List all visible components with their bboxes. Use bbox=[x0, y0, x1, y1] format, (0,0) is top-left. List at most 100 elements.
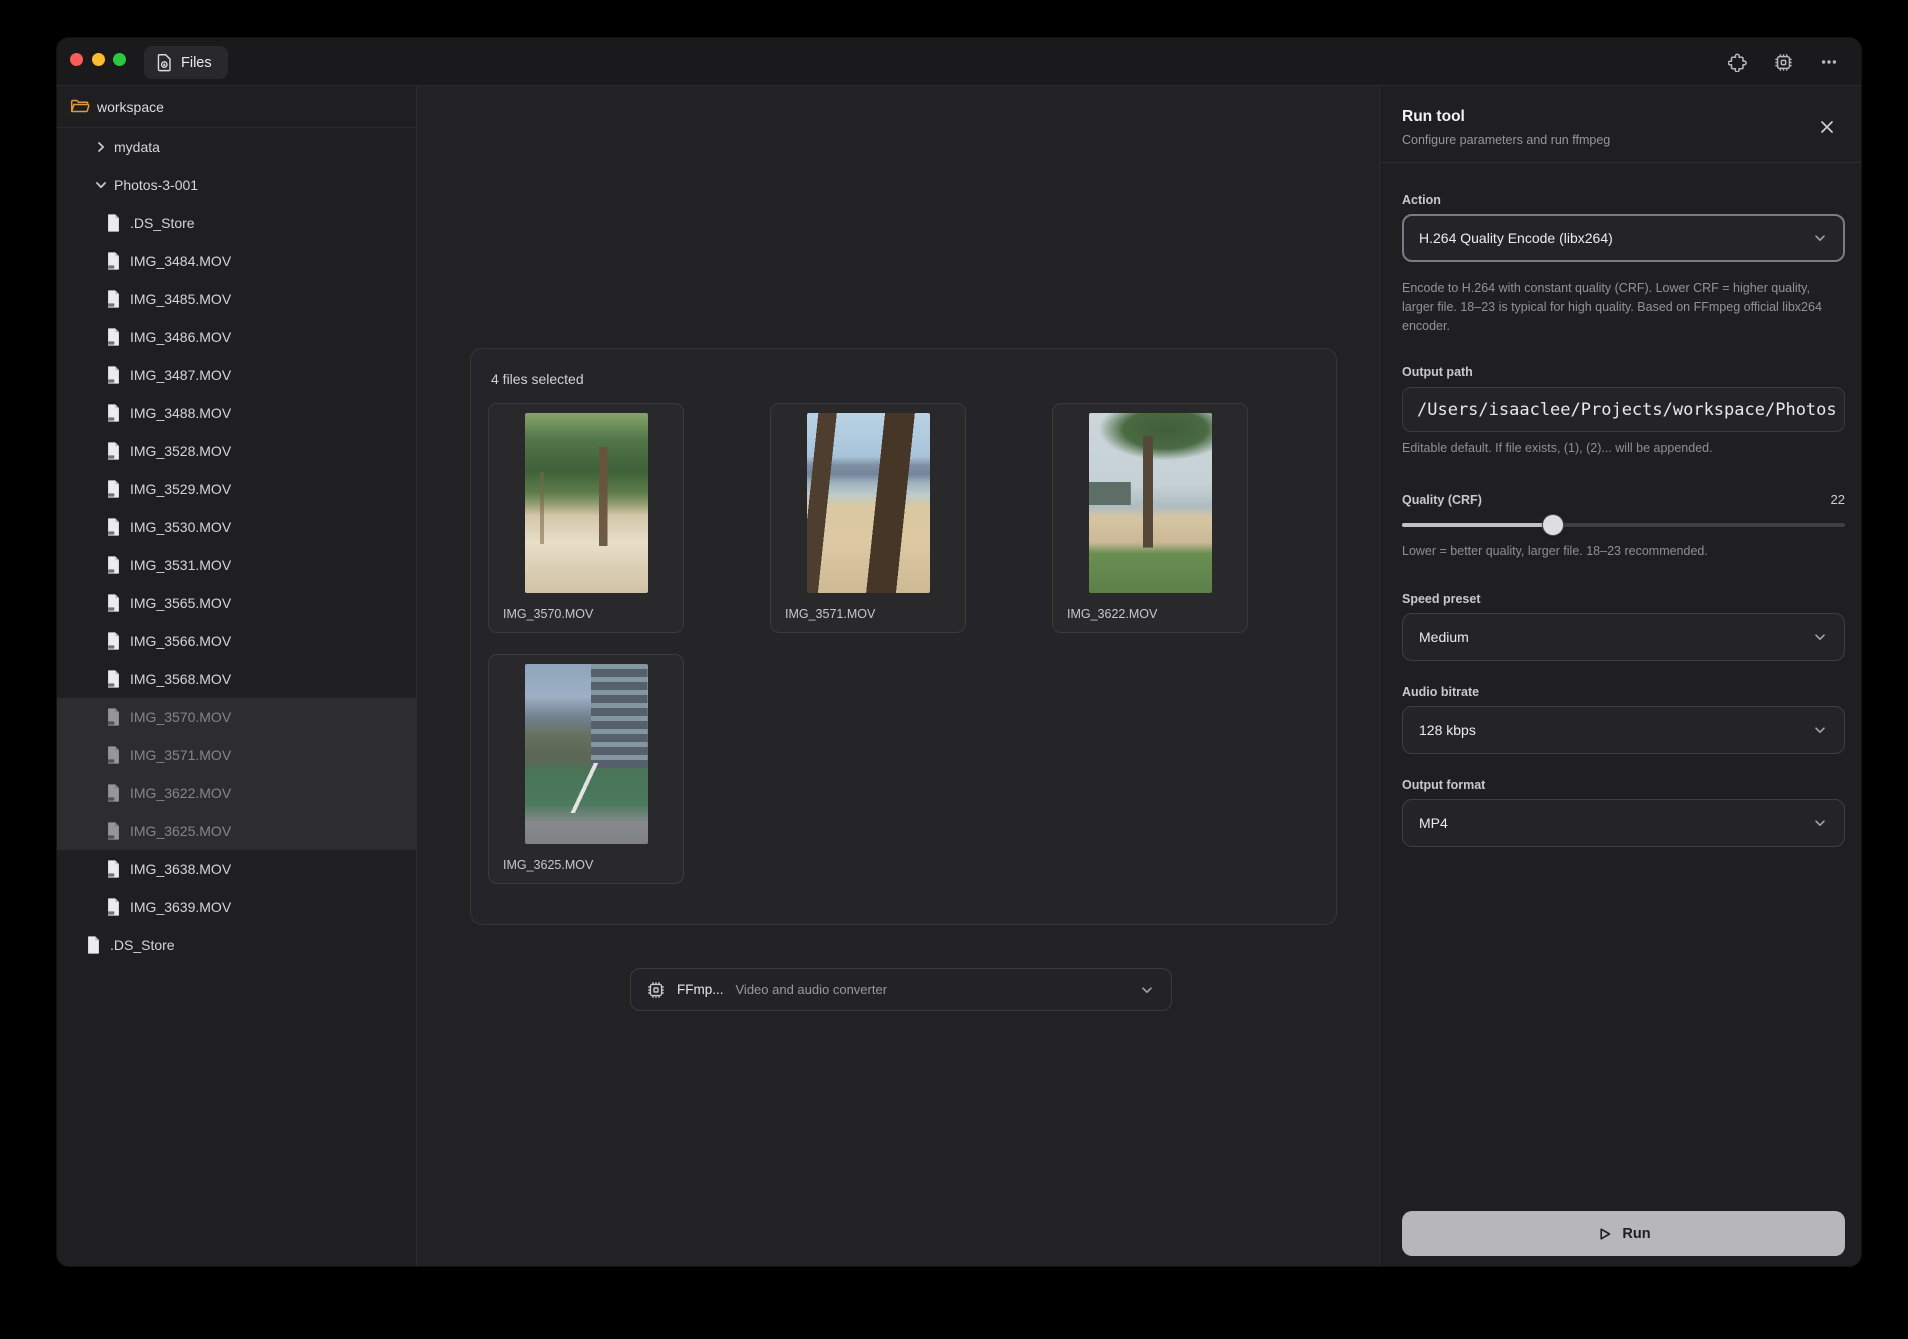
tree-folder-row[interactable]: Photos-3-001 bbox=[57, 166, 416, 204]
tree-item-label: IMG_3485.MOV bbox=[130, 291, 231, 307]
speed-preset-value: Medium bbox=[1419, 629, 1812, 645]
tree-file-row[interactable]: IMG_3488.MOV bbox=[57, 394, 416, 432]
titlebar-actions bbox=[1727, 38, 1839, 86]
tree-folder-row[interactable]: mydata bbox=[57, 128, 416, 166]
file-icon bbox=[85, 935, 102, 955]
tool-select[interactable]: FFmp... Video and audio converter bbox=[630, 968, 1172, 1011]
thumbnail-filename: IMG_3622.MOV bbox=[1067, 607, 1157, 621]
thumbnail-card[interactable]: IMG_3570.MOV bbox=[488, 403, 684, 633]
tree-item-label: IMG_3487.MOV bbox=[130, 367, 231, 383]
tree-file-row[interactable]: IMG_3530.MOV bbox=[57, 508, 416, 546]
tree-item-label: IMG_3566.MOV bbox=[130, 633, 231, 649]
tree-file-row[interactable]: IMG_3639.MOV bbox=[57, 888, 416, 926]
file-icon bbox=[105, 555, 122, 575]
tree-file-row[interactable]: IMG_3487.MOV bbox=[57, 356, 416, 394]
tree-file-row[interactable]: IMG_3484.MOV bbox=[57, 242, 416, 280]
run-button[interactable]: Run bbox=[1402, 1211, 1845, 1256]
quality-value: 22 bbox=[1831, 492, 1845, 507]
tree-item-label: IMG_3565.MOV bbox=[130, 595, 231, 611]
thumbnail-grid: IMG_3570.MOV IMG_3571.MOV IMG_3622.MOV IMG_… bbox=[488, 403, 1248, 884]
video-thumbnail-beach-through-palms bbox=[807, 413, 930, 593]
tab-files[interactable]: Files bbox=[144, 46, 228, 79]
output-path-value: /Users/isaaclee/Projects/workspace/Photo… bbox=[1417, 400, 1837, 420]
tree-file-row[interactable]: IMG_3638.MOV bbox=[57, 850, 416, 888]
ellipsis-icon[interactable] bbox=[1819, 52, 1839, 72]
file-icon bbox=[105, 251, 122, 271]
chevron-down-icon bbox=[1812, 722, 1828, 738]
close-icon[interactable] bbox=[1819, 119, 1835, 135]
file-icon bbox=[105, 859, 122, 879]
file-icon bbox=[105, 213, 122, 233]
tool-description: Video and audio converter bbox=[736, 982, 888, 997]
tree-file-row[interactable]: .DS_Store bbox=[57, 926, 416, 964]
tree-item-label: IMG_3488.MOV bbox=[130, 405, 231, 421]
chevron-down-icon[interactable] bbox=[93, 177, 109, 193]
tree-file-row[interactable]: IMG_3531.MOV bbox=[57, 546, 416, 584]
selection-card: 4 files selected IMG_3570.MOVIMG_3571.MO… bbox=[470, 348, 1337, 925]
tree-item-label: Photos-3-001 bbox=[114, 177, 198, 193]
video-thumbnail-tennis-court bbox=[525, 664, 648, 844]
slider-thumb[interactable] bbox=[1543, 515, 1563, 535]
tree-item-label: .DS_Store bbox=[130, 215, 195, 231]
tree-file-row[interactable]: IMG_3486.MOV bbox=[57, 318, 416, 356]
file-icon bbox=[105, 897, 122, 917]
video-thumbnail-palm-promenade bbox=[525, 413, 648, 593]
thumbnail-filename: IMG_3571.MOV bbox=[785, 607, 875, 621]
output-path-label: Output path bbox=[1402, 365, 1845, 379]
close-window-button[interactable] bbox=[70, 53, 83, 66]
workspace-root[interactable]: workspace bbox=[57, 86, 416, 128]
action-description: Encode to H.264 with constant quality (C… bbox=[1402, 279, 1845, 336]
play-icon bbox=[1596, 1226, 1612, 1242]
chevron-down-icon bbox=[1812, 629, 1828, 645]
tree-file-row[interactable]: IMG_3485.MOV bbox=[57, 280, 416, 318]
tree-file-row[interactable]: IMG_3570.MOV bbox=[57, 698, 416, 736]
slider-fill bbox=[1402, 523, 1553, 527]
tree-file-row[interactable]: IMG_3529.MOV bbox=[57, 470, 416, 508]
chip-icon[interactable] bbox=[1773, 52, 1793, 72]
file-tab-icon bbox=[156, 53, 173, 72]
thumbnail-card[interactable]: IMG_3625.MOV bbox=[488, 654, 684, 884]
tree-item-label: IMG_3570.MOV bbox=[130, 709, 231, 725]
desktop: Files bbox=[0, 0, 1908, 1339]
video-thumbnail-beach-palm-walkers bbox=[1089, 413, 1212, 593]
speed-preset-select[interactable]: Medium bbox=[1402, 613, 1845, 661]
tree-item-label: IMG_3625.MOV bbox=[130, 823, 231, 839]
file-icon bbox=[105, 403, 122, 423]
zoom-window-button[interactable] bbox=[113, 53, 126, 66]
chevron-down-icon bbox=[1812, 230, 1828, 246]
output-format-select[interactable]: MP4 bbox=[1402, 799, 1845, 847]
main-content: 4 files selected IMG_3570.MOVIMG_3571.MO… bbox=[417, 86, 1379, 1266]
tree-item-label: IMG_3571.MOV bbox=[130, 747, 231, 763]
file-icon bbox=[105, 669, 122, 689]
tree-file-row[interactable]: IMG_3625.MOV bbox=[57, 812, 416, 850]
audio-bitrate-select[interactable]: 128 kbps bbox=[1402, 706, 1845, 754]
file-icon bbox=[105, 783, 122, 803]
output-format-label: Output format bbox=[1402, 778, 1845, 792]
tree-file-row[interactable]: IMG_3528.MOV bbox=[57, 432, 416, 470]
app-body: workspace mydataPhotos-3-001.DS_StoreIMG… bbox=[57, 86, 1861, 1266]
tree-file-row[interactable]: IMG_3568.MOV bbox=[57, 660, 416, 698]
tree-file-row[interactable]: IMG_3566.MOV bbox=[57, 622, 416, 660]
tree-item-label: IMG_3529.MOV bbox=[130, 481, 231, 497]
tree-item-label: IMG_3638.MOV bbox=[130, 861, 231, 877]
run-button-label: Run bbox=[1622, 1226, 1650, 1242]
tree-file-row[interactable]: IMG_3571.MOV bbox=[57, 736, 416, 774]
thumbnail-card[interactable]: IMG_3622.MOV bbox=[1052, 403, 1248, 633]
titlebar: Files bbox=[57, 38, 1861, 86]
action-select[interactable]: H.264 Quality Encode (libx264) bbox=[1402, 214, 1845, 262]
file-icon bbox=[105, 821, 122, 841]
tree-file-row[interactable]: IMG_3622.MOV bbox=[57, 774, 416, 812]
chevron-right-icon[interactable] bbox=[93, 139, 109, 155]
sidebar: workspace mydataPhotos-3-001.DS_StoreIMG… bbox=[57, 86, 417, 1266]
tree-item-label: IMG_3528.MOV bbox=[130, 443, 231, 459]
output-path-input[interactable]: /Users/isaaclee/Projects/workspace/Photo… bbox=[1402, 387, 1845, 432]
thumbnail-card[interactable]: IMG_3571.MOV bbox=[770, 403, 966, 633]
minimize-window-button[interactable] bbox=[92, 53, 105, 66]
action-label: Action bbox=[1402, 193, 1845, 207]
puzzle-icon[interactable] bbox=[1727, 52, 1747, 72]
tree-file-row[interactable]: IMG_3565.MOV bbox=[57, 584, 416, 622]
tree-file-row[interactable]: .DS_Store bbox=[57, 204, 416, 242]
chevron-down-icon bbox=[1139, 982, 1155, 998]
quality-slider[interactable] bbox=[1402, 515, 1845, 535]
window-controls bbox=[70, 53, 126, 66]
